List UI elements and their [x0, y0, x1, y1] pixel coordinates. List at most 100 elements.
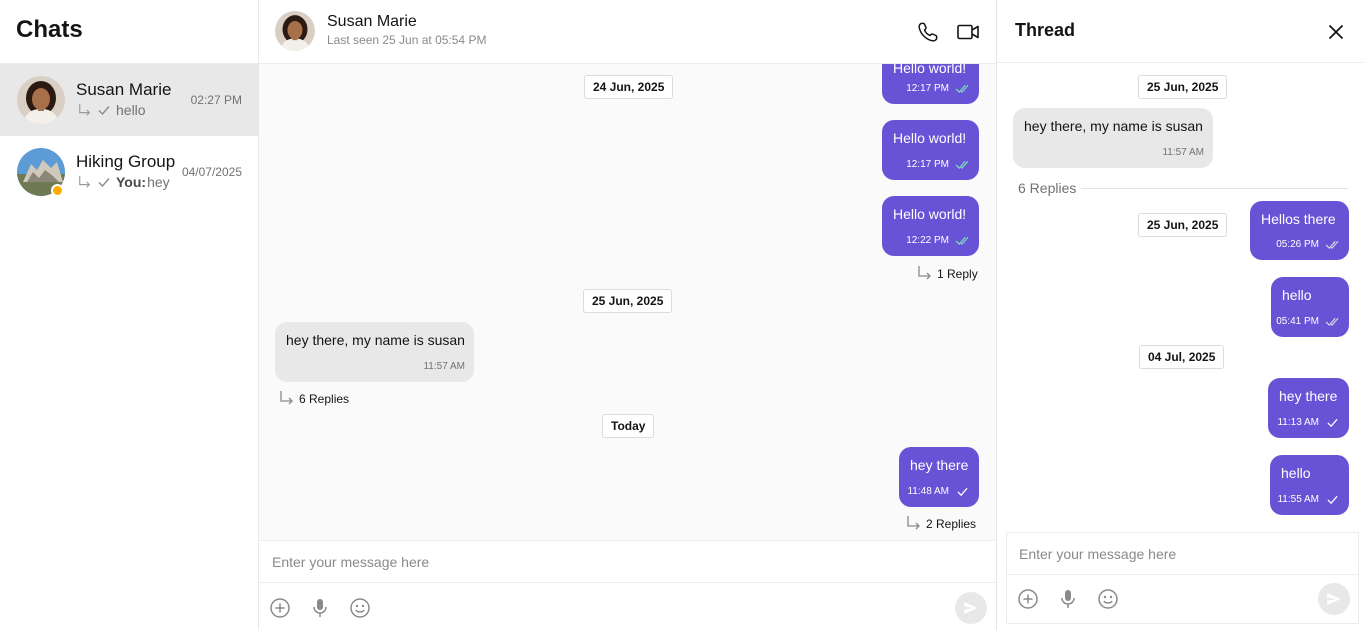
chat-preview: You: hey — [78, 174, 170, 190]
add-attachment-icon[interactable] — [268, 596, 292, 620]
microphone-icon[interactable] — [308, 596, 332, 620]
chat-preview-text: hey — [147, 174, 170, 190]
message-time: 05:26 PM — [1276, 239, 1319, 250]
date-separator: 04 Jul, 2025 — [1139, 345, 1225, 369]
date-separator: 24 Jun, 2025 — [584, 75, 674, 99]
message-time: 12:22 PM — [906, 235, 949, 246]
message-text: hello — [1282, 287, 1312, 303]
check-icon — [96, 104, 112, 116]
check-icon — [96, 176, 112, 188]
message-bubble-outgoing[interactable]: hey there 11:48 AM — [899, 447, 979, 507]
thread-message-input[interactable] — [1007, 533, 1358, 575]
message-text: hey there — [1279, 388, 1338, 404]
double-check-icon — [1325, 239, 1340, 250]
message-text: hey there, my name is susan — [286, 332, 465, 348]
reply-arrow-icon — [917, 265, 933, 281]
message-text: Hello world! — [893, 206, 967, 222]
thread-replies-link[interactable]: 2 Replies — [906, 515, 976, 531]
message-composer — [259, 540, 996, 630]
message-meta: 11:57 AM — [1162, 147, 1204, 158]
message-time: 12:17 PM — [906, 83, 949, 94]
date-separator: 25 Jun, 2025 — [583, 289, 673, 313]
message-bubble-outgoing[interactable]: Hello world! 12:17 PM — [882, 64, 979, 104]
reply-arrow-icon — [78, 103, 92, 117]
thread-reply-outgoing[interactable]: Hellos there 05:26 PM — [1250, 201, 1349, 260]
thread-parent-message[interactable]: hey there, my name is susan 11:57 AM — [1013, 108, 1213, 168]
message-time: 05:41 PM — [1276, 316, 1319, 327]
message-meta: 11:57 AM — [423, 361, 465, 372]
message-meta: 05:26 PM — [1276, 239, 1340, 250]
chat-name: Susan Marie — [76, 80, 172, 99]
add-attachment-icon[interactable] — [1016, 587, 1040, 611]
chat-list-item-susan-marie[interactable]: Susan Marie hello 02:27 PM — [0, 64, 258, 136]
message-meta: 12:17 PM — [906, 159, 970, 170]
double-check-icon — [955, 83, 970, 94]
replies-count: 1 Reply — [937, 267, 978, 281]
message-time: 12:17 PM — [906, 159, 949, 170]
message-bubble-outgoing[interactable]: Hello world! 12:17 PM — [882, 120, 979, 180]
video-camera-icon[interactable] — [956, 20, 980, 44]
send-icon — [964, 602, 978, 614]
thread-title: Thread — [1015, 20, 1076, 40]
message-input[interactable] — [259, 541, 996, 583]
date-separator: Today — [602, 414, 655, 438]
app-window: Chats Susan Marie hello 02:27 PM Hiking … — [0, 0, 1364, 630]
reply-arrow-icon — [279, 390, 295, 406]
send-button[interactable] — [1318, 583, 1350, 615]
conversation-header: Susan Marie Last seen 25 Jun at 05:54 PM — [259, 0, 996, 64]
thread-replies-count: 6 Replies — [1018, 180, 1077, 196]
thread-replies-link[interactable]: 1 Reply — [917, 265, 978, 281]
message-time: 11:57 AM — [423, 361, 465, 372]
message-bubble-outgoing[interactable]: Hello world! 12:22 PM — [882, 196, 979, 256]
conversation-pane: Susan Marie Last seen 25 Jun at 05:54 PM… — [259, 0, 996, 630]
message-list[interactable]: Hello world! 12:17 PM 24 Jun, 2025 Hello… — [259, 64, 996, 540]
thread-reply-outgoing[interactable]: hey there 11:13 AM — [1268, 378, 1349, 438]
contact-name: Susan Marie — [327, 13, 417, 30]
thread-panel: Thread 25 Jun, 2025 hey there, my name i… — [996, 0, 1364, 630]
date-separator: 25 Jun, 2025 — [1138, 75, 1228, 99]
message-text: Hello world! — [893, 64, 967, 76]
message-meta: 11:48 AM — [907, 486, 970, 497]
check-icon — [955, 486, 970, 497]
check-icon — [1325, 494, 1340, 505]
replies-count: 6 Replies — [299, 392, 350, 406]
chat-preview: hello — [78, 102, 146, 118]
divider — [997, 62, 1364, 63]
chat-preview-text: hello — [116, 102, 146, 118]
message-text: Hello world! — [893, 130, 967, 146]
emoji-icon[interactable] — [348, 596, 372, 620]
chat-list-item-hiking-group[interactable]: Hiking Group You: hey 04/07/2025 — [0, 136, 258, 208]
chat-time: 02:27 PM — [190, 93, 242, 107]
chat-name: Hiking Group — [76, 152, 176, 171]
message-meta: 12:17 PM — [906, 83, 970, 94]
sidebar-title: Chats — [16, 16, 83, 43]
message-meta: 11:55 AM — [1277, 494, 1340, 505]
avatar — [17, 76, 65, 124]
message-bubble-incoming[interactable]: hey there, my name is susan 11:57 AM — [275, 322, 474, 382]
double-check-icon — [1325, 316, 1340, 327]
phone-icon[interactable] — [916, 20, 940, 44]
close-icon[interactable] — [1324, 20, 1348, 44]
replies-count: 2 Replies — [926, 517, 977, 531]
send-icon — [1327, 593, 1341, 605]
message-meta: 11:13 AM — [1277, 417, 1340, 428]
divider — [1081, 188, 1348, 189]
message-meta: 05:41 PM — [1276, 316, 1340, 327]
thread-composer — [1006, 532, 1359, 624]
message-time: 11:48 AM — [907, 486, 949, 497]
group-status-badge — [51, 184, 64, 197]
message-meta: 12:22 PM — [906, 235, 970, 246]
chat-list-sidebar: Chats Susan Marie hello 02:27 PM Hiking … — [0, 0, 259, 630]
microphone-icon[interactable] — [1056, 587, 1080, 611]
avatar[interactable] — [275, 11, 315, 51]
emoji-icon[interactable] — [1096, 587, 1120, 611]
thread-reply-outgoing[interactable]: hello 11:55 AM — [1270, 455, 1349, 515]
check-icon — [1325, 417, 1340, 428]
message-text: hey there, my name is susan — [1024, 118, 1203, 134]
thread-replies-link[interactable]: 6 Replies — [279, 390, 349, 406]
thread-reply-outgoing[interactable]: hello 05:41 PM — [1271, 277, 1349, 337]
reply-arrow-icon — [78, 175, 92, 189]
send-button[interactable] — [955, 592, 987, 624]
date-separator: 25 Jun, 2025 — [1138, 213, 1228, 237]
last-seen-status: Last seen 25 Jun at 05:54 PM — [327, 33, 487, 47]
